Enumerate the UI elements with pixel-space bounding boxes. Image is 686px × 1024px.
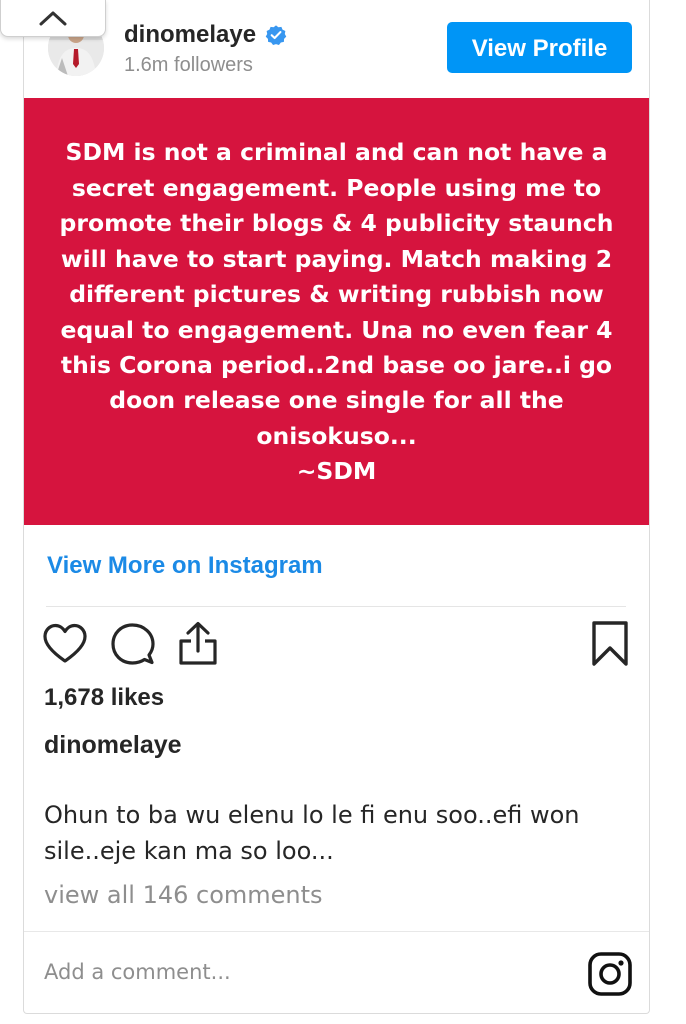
post-image-line: this Corona period..2nd base oo jare..i … [60,350,613,379]
post-image-line: different pictures & writing rubbish now [69,280,604,309]
instagram-logo-icon[interactable] [587,951,633,997]
divider [46,606,626,607]
divider [24,931,649,932]
instagram-embed-card: dinomelaye 1.6m followers View Profile S… [23,0,650,1014]
add-comment-input[interactable] [44,955,564,989]
post-image-line: onisokuso... [256,421,417,450]
post-image-text: SDM is not a criminal and can not have a… [57,135,617,489]
page: dinomelaye 1.6m followers View Profile S… [0,0,686,1024]
caption-text: Ohun to ba wu elenu lo le fi enu soo..ef… [44,801,580,865]
caption-username[interactable]: dinomelaye [44,729,182,761]
heart-icon[interactable] [42,622,88,664]
verified-badge-icon [265,25,287,45]
post-image-line: ~SDM [296,457,377,486]
chevron-up-icon [39,11,67,26]
bookmark-icon[interactable] [590,620,630,668]
post-image-line: secret engagement. People using me to [71,173,602,202]
view-all-comments-link[interactable]: view all 146 comments [44,879,323,911]
post-image-line: doon release one single for all the [109,386,564,415]
view-profile-button[interactable]: View Profile [447,22,632,73]
follower-count: 1.6m followers [124,54,253,76]
post-image-line: SDM is not a criminal and can not have a [65,138,608,167]
post-image[interactable]: SDM is not a criminal and can not have a… [24,98,649,525]
username[interactable]: dinomelaye [124,20,287,50]
post-header: dinomelaye 1.6m followers View Profile [24,0,649,98]
post-image-line: will have to start paying. Match making … [60,244,613,273]
view-more-on-instagram-link[interactable]: View More on Instagram [47,551,323,581]
share-icon[interactable] [176,620,220,666]
comment-icon[interactable] [110,622,156,666]
post-image-line: promote their blogs & 4 publicity staunc… [59,209,614,238]
post-image-line: equal to engagement. Una no even fear 4 [60,315,613,344]
like-count[interactable]: 1,678 likes [44,683,164,713]
username-text: dinomelaye [124,21,257,48]
collapse-toggle[interactable] [0,0,106,37]
